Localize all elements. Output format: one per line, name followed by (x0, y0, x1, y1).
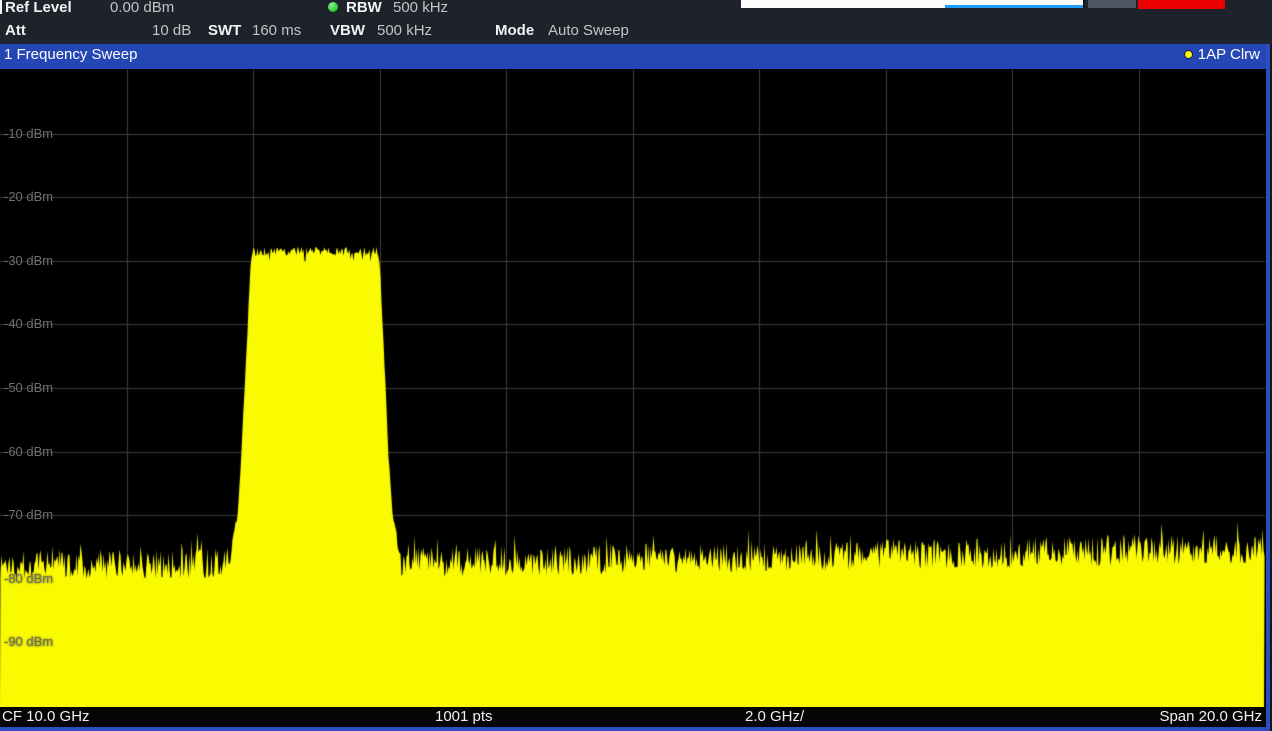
window-title: 1 Frequency Sweep (4, 46, 137, 63)
vbw-label: VBW (330, 21, 365, 41)
spectrum-analyzer-screen: Ref Level 0.00 dBm RBW 500 kHz Att 10 dB… (0, 0, 1272, 731)
rbw-coupled-indicator-icon (328, 2, 338, 12)
rbw-label: RBW (346, 0, 382, 18)
rbw-value[interactable]: 500 kHz (393, 0, 448, 18)
swt-value[interactable]: 160 ms (252, 21, 301, 41)
toolbar-input-underline (945, 5, 1084, 8)
mode-value[interactable]: Auto Sweep (548, 21, 629, 41)
swt-label: SWT (208, 21, 241, 41)
toolbar-input-cursor (1083, 0, 1085, 8)
trace-legend[interactable]: 1AP Clrw (1184, 46, 1260, 63)
trace-legend-label: 1AP Clrw (1198, 46, 1260, 63)
center-frequency-value[interactable]: CF 10.0 GHz (2, 707, 90, 727)
ref-level-label: Ref Level (5, 0, 72, 18)
att-value[interactable]: 10 dB (152, 21, 191, 41)
per-division-value[interactable]: 2.0 GHz/ (745, 707, 804, 727)
ref-level-value[interactable]: 0.00 dBm (110, 0, 174, 18)
y-axis-label: -20 dBm (4, 189, 53, 205)
y-axis-label: -90 dBm (4, 634, 53, 650)
toolbar-record-strip[interactable] (1138, 0, 1225, 9)
mode-label: Mode (495, 21, 534, 41)
footer-bar: CF 10.0 GHz 1001 pts 2.0 GHz/ Span 20.0 … (0, 707, 1266, 727)
span-value[interactable]: Span 20.0 GHz (1159, 707, 1262, 727)
y-axis-label: -10 dBm (4, 126, 53, 142)
vbw-value[interactable]: 500 kHz (377, 21, 432, 41)
sweep-points-value[interactable]: 1001 pts (435, 707, 493, 727)
settings-bar: Ref Level 0.00 dBm RBW 500 kHz Att 10 dB… (0, 0, 1272, 44)
y-axis-label: -60 dBm (4, 444, 53, 460)
y-axis-label: -30 dBm (4, 253, 53, 269)
y-axis-label: -40 dBm (4, 316, 53, 332)
measurement-window: 1 Frequency Sweep 1AP Clrw -10 dBm -20 dB… (0, 44, 1270, 731)
y-axis-label: -50 dBm (4, 380, 53, 396)
y-axis-label: -70 dBm (4, 507, 53, 523)
left-edge-sliver (0, 0, 2, 14)
plot-container: -10 dBm -20 dBm -30 dBm -40 dBm -50 dBm -60 d… (0, 69, 1266, 707)
y-axis-label: -80 dBm (4, 571, 53, 587)
trace-canvas[interactable] (0, 69, 1265, 707)
trace-dot-icon (1184, 50, 1193, 59)
window-titlebar[interactable]: 1 Frequency Sweep 1AP Clrw (0, 44, 1266, 69)
toolbar-gray-button[interactable] (1088, 0, 1136, 8)
att-label: Att (5, 21, 26, 41)
